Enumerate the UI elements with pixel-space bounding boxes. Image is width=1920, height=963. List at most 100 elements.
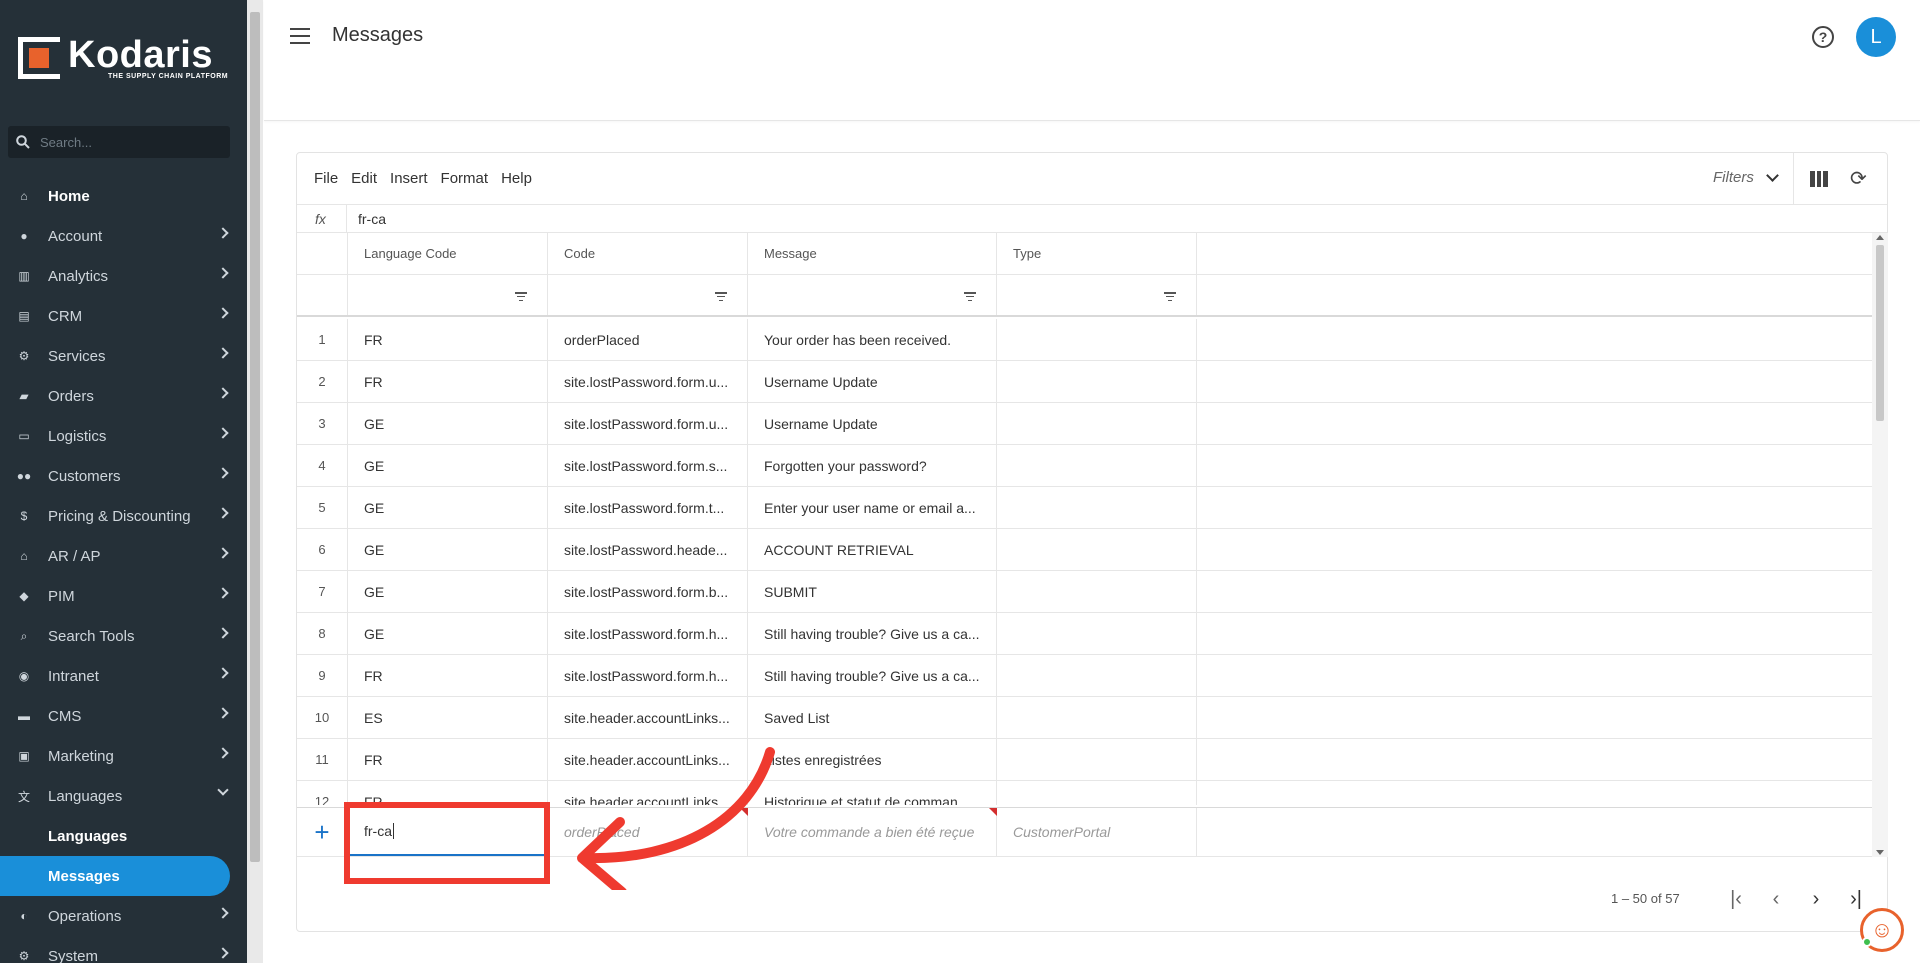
cell-type[interactable] xyxy=(997,781,1197,805)
cell-message[interactable]: ACCOUNT RETRIEVAL xyxy=(748,529,997,570)
cell-language-code[interactable]: GE xyxy=(348,529,548,570)
table-row[interactable]: 7 GE site.lostPassword.form.b... SUBMIT xyxy=(297,571,1872,613)
column-header-message[interactable]: Message xyxy=(748,233,997,274)
cell-type[interactable] xyxy=(997,529,1197,570)
cell-language-code[interactable]: ES xyxy=(348,697,548,738)
cell-code[interactable]: site.lostPassword.form.u... xyxy=(548,361,748,402)
table-row[interactable]: 3 GE site.lostPassword.form.u... Usernam… xyxy=(297,403,1872,445)
sidebar-subitem-languages[interactable]: Languages xyxy=(0,816,247,856)
table-row[interactable]: 1 FR orderPlaced Your order has been rec… xyxy=(297,319,1872,361)
formula-input[interactable]: fr-ca xyxy=(358,211,386,227)
table-row[interactable]: 2 FR site.lostPassword.form.u... Usernam… xyxy=(297,361,1872,403)
cell-message[interactable]: Still having trouble? Give us a ca... xyxy=(748,655,997,696)
sidebar-item-logistics[interactable]: ▭ Logistics xyxy=(0,416,247,456)
cell-code[interactable]: site.lostPassword.form.h... xyxy=(548,613,748,654)
menu-file[interactable]: File xyxy=(314,170,338,187)
table-row[interactable]: 9 FR site.lostPassword.form.h... Still h… xyxy=(297,655,1872,697)
scrollbar-thumb[interactable] xyxy=(1876,245,1884,421)
table-row[interactable]: 11 FR site.header.accountLinks... Listes… xyxy=(297,739,1872,781)
filter-cell-code[interactable] xyxy=(548,275,748,315)
cell-type[interactable] xyxy=(997,655,1197,696)
cell-code[interactable]: site.lostPassword.form.t... xyxy=(548,487,748,528)
filter-cell-message[interactable] xyxy=(748,275,997,315)
sidebar-item-orders[interactable]: ▰ Orders xyxy=(0,376,247,416)
cell-type[interactable] xyxy=(997,487,1197,528)
cell-code[interactable]: orderPlaced xyxy=(548,319,748,360)
sidebar-item-marketing[interactable]: ▣ Marketing xyxy=(0,736,247,776)
scroll-down-icon[interactable] xyxy=(1876,850,1884,855)
sidebar-item-account[interactable]: ● Account xyxy=(0,216,247,256)
cell-message[interactable]: Historique et statut de comman... xyxy=(748,781,997,805)
cell-language-code[interactable]: FR xyxy=(348,361,548,402)
sidebar-item-services[interactable]: ⚙ Services xyxy=(0,336,247,376)
new-type-input[interactable]: CustomerPortal xyxy=(997,808,1197,856)
table-row[interactable]: 5 GE site.lostPassword.form.t... Enter y… xyxy=(297,487,1872,529)
table-row[interactable]: 4 GE site.lostPassword.form.s... Forgott… xyxy=(297,445,1872,487)
last-page-icon[interactable]: ›| xyxy=(1847,889,1865,909)
cell-code[interactable]: site.lostPassword.form.h... xyxy=(548,655,748,696)
cell-type[interactable] xyxy=(997,613,1197,654)
cell-type[interactable] xyxy=(997,361,1197,402)
sidebar-item-languages[interactable]: 文 Languages xyxy=(0,776,247,816)
columns-icon[interactable] xyxy=(1810,171,1829,187)
add-row-icon[interactable]: + xyxy=(314,817,329,848)
filter-cell-type[interactable] xyxy=(997,275,1197,315)
cell-type[interactable] xyxy=(997,739,1197,780)
cell-language-code[interactable]: FR xyxy=(348,319,548,360)
sidebar-subitem-messages[interactable]: Messages xyxy=(0,856,230,896)
cell-language-code[interactable]: FR xyxy=(348,739,548,780)
table-row[interactable]: 10 ES site.header.accountLinks... Saved … xyxy=(297,697,1872,739)
sidebar-item-ar-ap[interactable]: ⌂ AR / AP xyxy=(0,536,247,576)
avatar[interactable]: L xyxy=(1856,17,1896,57)
cell-language-code[interactable]: GE xyxy=(348,403,548,444)
cell-message[interactable]: Still having trouble? Give us a ca... xyxy=(748,613,997,654)
scroll-up-icon[interactable] xyxy=(1876,235,1884,240)
cell-message[interactable]: Enter your user name or email a... xyxy=(748,487,997,528)
table-row[interactable]: 8 GE site.lostPassword.form.h... Still h… xyxy=(297,613,1872,655)
cell-language-code[interactable]: FR xyxy=(348,655,548,696)
cell-language-code[interactable]: GE xyxy=(348,613,548,654)
cell-code[interactable]: site.lostPassword.heade... xyxy=(548,529,748,570)
filters-dropdown[interactable]: Filters xyxy=(1713,169,1779,186)
sidebar-item-cms[interactable]: ▬ CMS xyxy=(0,696,247,736)
sidebar-item-home[interactable]: ⌂ Home xyxy=(0,176,247,216)
cell-code[interactable]: site.lostPassword.form.b... xyxy=(548,571,748,612)
menu-icon[interactable] xyxy=(290,28,310,44)
cell-message[interactable]: Listes enregistrées xyxy=(748,739,997,780)
sidebar-item-system[interactable]: ⚙ System xyxy=(0,936,247,963)
menu-format[interactable]: Format xyxy=(441,170,489,187)
sidebar-item-customers[interactable]: ●● Customers xyxy=(0,456,247,496)
cell-language-code[interactable]: GE xyxy=(348,445,548,486)
cell-message[interactable]: Saved List xyxy=(748,697,997,738)
sidebar-item-pricing[interactable]: $ Pricing & Discounting xyxy=(0,496,247,536)
menu-insert[interactable]: Insert xyxy=(390,170,428,187)
scrollbar-thumb[interactable] xyxy=(250,12,260,862)
filter-cell-language-code[interactable] xyxy=(348,275,548,315)
cell-language-code[interactable]: GE xyxy=(348,571,548,612)
cell-message[interactable]: Your order has been received. xyxy=(748,319,997,360)
grid-scrollbar[interactable] xyxy=(1872,233,1888,857)
cell-code[interactable]: site.lostPassword.form.s... xyxy=(548,445,748,486)
filter-icon[interactable] xyxy=(1164,292,1176,301)
help-icon[interactable]: ? xyxy=(1812,26,1834,48)
filter-icon[interactable] xyxy=(715,292,727,301)
sidebar-search-input[interactable] xyxy=(40,134,210,150)
cell-type[interactable] xyxy=(997,571,1197,612)
sidebar-item-crm[interactable]: ▤ CRM xyxy=(0,296,247,336)
cell-type[interactable] xyxy=(997,319,1197,360)
menu-edit[interactable]: Edit xyxy=(351,170,377,187)
menu-help[interactable]: Help xyxy=(501,170,532,187)
filter-icon[interactable] xyxy=(515,292,527,301)
new-message-input[interactable]: Votre commande a bien été reçue xyxy=(748,808,997,856)
cell-message[interactable]: SUBMIT xyxy=(748,571,997,612)
cell-language-code[interactable]: GE xyxy=(348,487,548,528)
sidebar-item-pim[interactable]: ◆ PIM xyxy=(0,576,247,616)
cell-type[interactable] xyxy=(997,403,1197,444)
cell-type[interactable] xyxy=(997,697,1197,738)
sidebar-item-search-tools[interactable]: ⌕ Search Tools xyxy=(0,616,247,656)
column-header-type[interactable]: Type xyxy=(997,233,1197,274)
sidebar-item-intranet[interactable]: ◉ Intranet xyxy=(0,656,247,696)
refresh-icon[interactable]: ⟳ xyxy=(1850,169,1867,189)
column-header-code[interactable]: Code xyxy=(548,233,748,274)
prev-page-icon[interactable]: ‹ xyxy=(1767,889,1785,909)
